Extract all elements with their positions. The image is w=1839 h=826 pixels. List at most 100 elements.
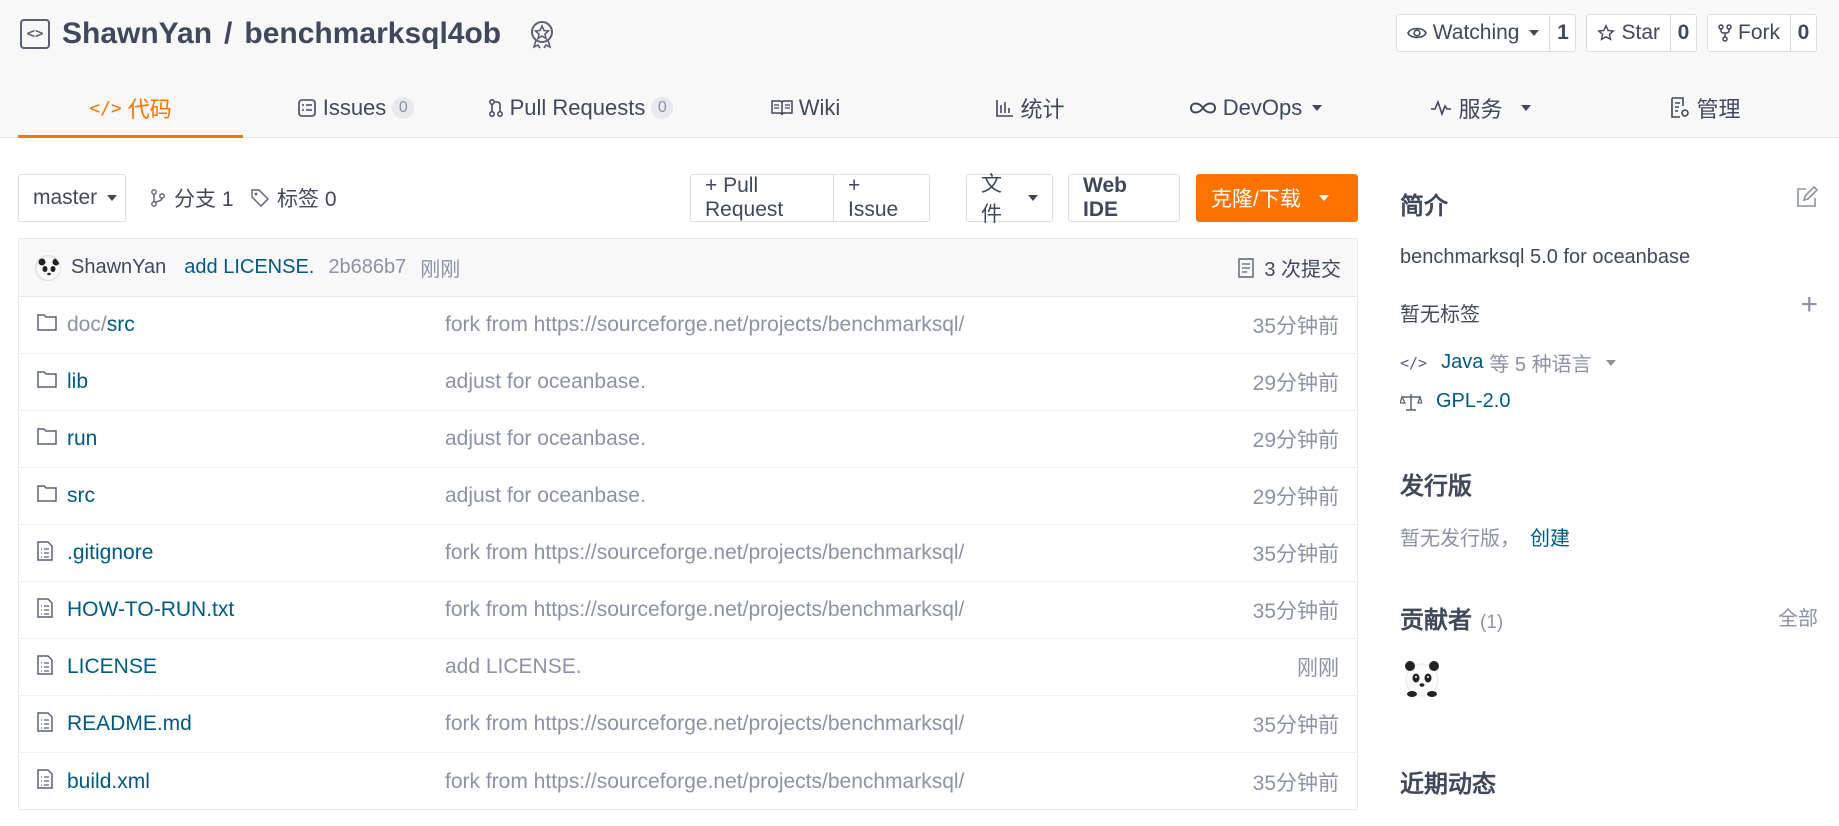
commit-author[interactable]: ShawnYan xyxy=(71,256,166,279)
repo-separator: / xyxy=(224,17,233,50)
file-commit-message[interactable]: fork from https://sourceforge.net/projec… xyxy=(445,541,964,565)
new-pull-request-button[interactable]: + Pull Request xyxy=(690,174,834,222)
file-commit-message[interactable]: adjust for oceanbase. xyxy=(445,427,646,451)
file-name-link[interactable]: build.xml xyxy=(67,770,150,794)
tab-pull-requests[interactable]: Pull Requests 0 xyxy=(468,78,693,138)
bar-chart-icon xyxy=(996,100,1014,117)
license-link[interactable]: GPL-2.0 xyxy=(1436,390,1510,413)
file-row[interactable]: run adjust for oceanbase. 29分钟前 xyxy=(19,411,1357,468)
tags-link[interactable]: 标签 0 xyxy=(251,174,337,222)
tab-stats[interactable]: 统计 xyxy=(918,78,1143,138)
file-commit-time: 29分钟前 xyxy=(1252,429,1339,452)
commit-hash[interactable]: 2b686b7 xyxy=(328,256,406,279)
code-icon: </> xyxy=(89,97,122,119)
file-row[interactable]: build.xml fork from https://sourceforge.n… xyxy=(19,753,1357,809)
file-menu-button[interactable]: 文件 xyxy=(966,173,1053,226)
file-commit-message[interactable]: fork from https://sourceforge.net/projec… xyxy=(445,313,964,337)
tab-devops[interactable]: DevOps xyxy=(1143,78,1368,138)
tab-services[interactable]: 服务 xyxy=(1368,78,1593,138)
file-commit-message[interactable]: fork from https://sourceforge.net/projec… xyxy=(445,770,964,794)
language-suffix: 等 5 种语言 xyxy=(1489,354,1592,376)
repo-name-link[interactable]: benchmarksql4ob xyxy=(244,17,501,51)
file-name-link[interactable]: LICENSE xyxy=(67,655,157,679)
file-name-link[interactable]: src xyxy=(67,484,95,508)
file-name-link[interactable]: lib xyxy=(67,370,88,394)
star-button[interactable]: Star xyxy=(1587,15,1670,51)
avatar[interactable] xyxy=(35,254,61,281)
file-commit-message[interactable]: fork from https://sourceforge.net/projec… xyxy=(445,598,964,622)
file-row[interactable]: README.md fork from https://sourceforge.n… xyxy=(19,696,1357,753)
doc-settings-icon xyxy=(1671,97,1690,118)
all-contributors-link[interactable]: 全部 xyxy=(1778,602,1818,631)
add-tag-icon[interactable]: + xyxy=(1800,290,1818,320)
file-commit-message[interactable]: adjust for oceanbase. xyxy=(445,484,646,508)
commits-count-link[interactable]: 3 次提交 xyxy=(1264,253,1341,282)
file-name-link[interactable]: .gitignore xyxy=(67,541,153,565)
commit-message[interactable]: add LICENSE. xyxy=(184,256,314,279)
file-commit-time: 35分钟前 xyxy=(1252,771,1339,795)
web-ide-label: Web IDE xyxy=(1083,174,1127,221)
file-name-link[interactable]: README.md xyxy=(67,712,192,736)
file-row[interactable]: src adjust for oceanbase. 29分钟前 xyxy=(19,468,1357,525)
language-link[interactable]: Java xyxy=(1441,351,1483,374)
file-path-prefix: doc/ xyxy=(67,313,107,336)
file-name-link[interactable]: HOW-TO-RUN.txt xyxy=(67,598,234,622)
tab-issues[interactable]: Issues 0 xyxy=(243,78,468,138)
fork-count[interactable]: 0 xyxy=(1790,15,1816,51)
chevron-down-icon xyxy=(1529,30,1540,36)
repo-actions: Watching 1 Star 0 Fork 0 xyxy=(1395,14,1817,52)
chevron-down-icon xyxy=(1318,195,1329,201)
branches-link[interactable]: 分支 1 xyxy=(150,174,234,222)
repo-owner-link[interactable]: ShawnYan xyxy=(62,17,212,51)
branch-icon xyxy=(151,189,165,207)
fork-group: Fork 0 xyxy=(1707,14,1817,52)
license-row[interactable]: GPL-2.0 xyxy=(1400,390,1510,413)
repo-code-icon: <> xyxy=(20,19,50,49)
branch-select[interactable]: master xyxy=(18,174,126,222)
recommended-badge-icon[interactable] xyxy=(527,19,557,49)
fork-button[interactable]: Fork xyxy=(1708,15,1790,51)
watch-count[interactable]: 1 xyxy=(1549,15,1575,51)
file-commit-message[interactable]: fork from https://sourceforge.net/projec… xyxy=(445,712,964,736)
file-row[interactable]: .gitignore fork from https://sourceforge.… xyxy=(19,525,1357,582)
file-row[interactable]: HOW-TO-RUN.txt fork from https://sourcefo… xyxy=(19,582,1357,639)
web-ide-button[interactable]: Web IDE xyxy=(1068,174,1180,222)
release-row: 暂无发行版， 创建 xyxy=(1400,522,1570,551)
chevron-down-icon xyxy=(107,195,118,201)
file-name-link[interactable]: run xyxy=(67,427,97,451)
edit-icon[interactable] xyxy=(1796,186,1818,208)
file-icon xyxy=(37,712,57,734)
tab-manage[interactable]: 管理 xyxy=(1593,78,1818,138)
code-icon: </> xyxy=(1400,353,1428,372)
star-icon xyxy=(1597,24,1616,41)
watch-button[interactable]: Watching xyxy=(1397,15,1550,51)
new-issue-button[interactable]: + Issue xyxy=(833,174,930,222)
watch-label: Watching xyxy=(1432,21,1520,44)
scale-icon xyxy=(1400,393,1422,411)
no-release-text: 暂无发行版， xyxy=(1400,528,1520,550)
fork-label: Fork xyxy=(1738,21,1780,44)
star-count[interactable]: 0 xyxy=(1670,15,1696,51)
file-name-link[interactable]: doc/src xyxy=(67,313,135,337)
file-row[interactable]: lib adjust for oceanbase. 29分钟前 xyxy=(19,354,1357,411)
file-commit-message[interactable]: add LICENSE. xyxy=(445,655,582,679)
clone-download-button[interactable]: 克隆/下载 xyxy=(1196,174,1358,222)
pull-request-icon xyxy=(488,99,503,117)
file-icon xyxy=(37,655,57,677)
watch-group: Watching 1 xyxy=(1395,14,1577,52)
tab-wiki[interactable]: Wiki xyxy=(693,78,918,138)
contributor-avatar[interactable] xyxy=(1402,656,1442,698)
intro-title: 简介 xyxy=(1400,193,1448,220)
tags-label: 标签 0 xyxy=(277,188,337,211)
file-row[interactable]: LICENSE add LICENSE. 刚刚 xyxy=(19,639,1357,696)
file-rows: doc/src fork from https://sourceforge.net… xyxy=(19,297,1357,809)
file-row[interactable]: doc/src fork from https://sourceforge.net… xyxy=(19,297,1357,354)
file-commit-message[interactable]: adjust for oceanbase. xyxy=(445,370,646,394)
create-release-link[interactable]: 创建 xyxy=(1530,522,1570,551)
branch-name: master xyxy=(33,186,98,209)
tab-code[interactable]: </> 代码 xyxy=(18,78,243,138)
language-row[interactable]: </> Java 等 5 种语言 xyxy=(1400,348,1616,377)
intro-text: benchmarksql 5.0 for oceanbase xyxy=(1400,246,1691,268)
file-commit-time: 35分钟前 xyxy=(1252,315,1339,338)
tab-label: 服务 xyxy=(1458,97,1503,122)
